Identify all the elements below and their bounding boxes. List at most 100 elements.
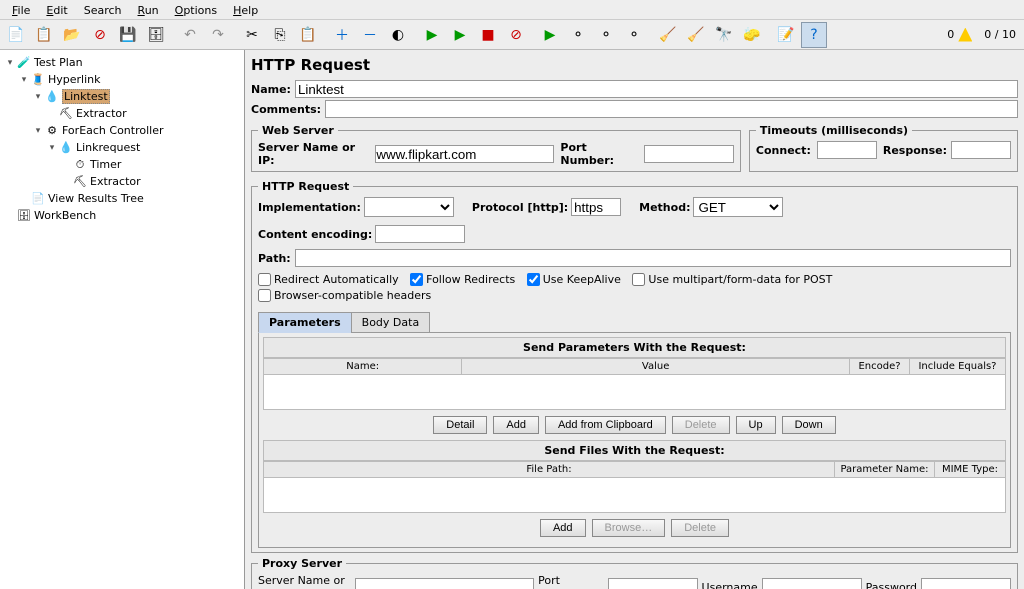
files-table-header: File Path: Parameter Name: MIME Type: (263, 461, 1006, 478)
web-server-legend: Web Server (258, 124, 338, 137)
keepalive-cb[interactable] (527, 273, 540, 286)
tree-linktest[interactable]: ▾💧Linktest (2, 88, 242, 105)
send-files-title: Send Files With the Request: (263, 440, 1006, 461)
encoding-input[interactable] (375, 225, 465, 243)
tree-linkrequest[interactable]: ▾💧Linkrequest (2, 139, 242, 156)
comments-label: Comments: (251, 103, 321, 116)
path-label: Path: (258, 252, 291, 265)
remote-start-all-icon[interactable]: ⚬ (565, 22, 591, 48)
browse-file-button[interactable]: Browse… (592, 519, 666, 537)
new-icon[interactable]: 📄 (3, 22, 29, 48)
timeouts-legend: Timeouts (milliseconds) (756, 124, 912, 137)
save-icon[interactable]: 💾 (115, 22, 141, 48)
redirect-auto-cb[interactable] (258, 273, 271, 286)
stop-icon[interactable]: ■ (475, 22, 501, 48)
method-select[interactable]: GET (693, 197, 783, 217)
page-icon: 📄 (30, 191, 46, 207)
remote-stop-icon[interactable]: ⚬ (593, 22, 619, 48)
delete-file-button[interactable]: Delete (671, 519, 729, 537)
impl-select[interactable] (364, 197, 454, 217)
run-icon[interactable]: ▶ (419, 22, 445, 48)
files-table-body[interactable] (263, 478, 1006, 513)
tab-parameters[interactable]: Parameters (258, 312, 352, 333)
menu-edit[interactable]: Edit (38, 2, 75, 17)
test-plan-tree[interactable]: ▾🧪Test Plan ▾🧵Hyperlink ▾💧Linktest ⛏Extr… (0, 50, 245, 589)
port-input[interactable] (644, 145, 734, 163)
cut-icon[interactable]: ✂ (239, 22, 265, 48)
collapse-icon[interactable]: － (357, 22, 383, 48)
down-button[interactable]: Down (782, 416, 836, 434)
proxy-server-input[interactable] (355, 578, 534, 589)
detail-button[interactable]: Detail (433, 416, 487, 434)
tree-extractor-1[interactable]: ⛏Extractor (2, 105, 242, 122)
send-params-title: Send Parameters With the Request: (263, 337, 1006, 358)
connect-label: Connect: (756, 144, 811, 157)
delete-param-button[interactable]: Delete (672, 416, 730, 434)
tree-root[interactable]: ▾🧪Test Plan (2, 54, 242, 71)
clear-icon[interactable]: 🧹 (655, 22, 681, 48)
undo-icon[interactable]: ↶ (177, 22, 203, 48)
tree-view-results[interactable]: 📄View Results Tree (2, 190, 242, 207)
response-input[interactable] (951, 141, 1011, 159)
web-server-fieldset: Web Server Server Name or IP: Port Numbe… (251, 124, 741, 172)
menu-options[interactable]: Options (167, 2, 225, 17)
proxy-port-input[interactable] (608, 578, 698, 589)
follow-redirects-cb[interactable] (410, 273, 423, 286)
name-label: Name: (251, 83, 291, 96)
redo-icon[interactable]: ↷ (205, 22, 231, 48)
http-request-fieldset: HTTP Request Implementation: Protocol [h… (251, 180, 1018, 553)
close-icon[interactable]: ⊘ (87, 22, 113, 48)
comments-input[interactable] (325, 100, 1018, 118)
expand-icon[interactable]: ＋ (329, 22, 355, 48)
search-icon[interactable]: 🔭 (711, 22, 737, 48)
remote-start-icon[interactable]: ▶ (537, 22, 563, 48)
up-button[interactable]: Up (736, 416, 776, 434)
spool-icon: 🧵 (30, 72, 46, 88)
dropper-icon: 💧 (58, 140, 74, 156)
add-param-button[interactable]: Add (493, 416, 539, 434)
menu-bar: FFileile Edit Search Run Options Help (0, 0, 1024, 20)
beaker-icon: 🧪 (16, 55, 32, 71)
tree-foreach[interactable]: ▾⚙ForEach Controller (2, 122, 242, 139)
clear-all-icon[interactable]: 🧹 (683, 22, 709, 48)
name-input[interactable] (295, 80, 1018, 98)
help-icon[interactable]: ? (801, 22, 827, 48)
proto-input[interactable] (571, 198, 621, 216)
toggle-icon[interactable]: ◐ (385, 22, 411, 48)
proxy-legend: Proxy Server (258, 557, 346, 570)
tree-thread-group[interactable]: ▾🧵Hyperlink (2, 71, 242, 88)
server-input[interactable] (375, 145, 554, 163)
shutdown-icon[interactable]: ⊘ (503, 22, 529, 48)
open-icon[interactable]: 📂 (59, 22, 85, 48)
proxy-pass-input[interactable] (921, 578, 1011, 589)
copy-icon[interactable]: ⎘ (267, 22, 293, 48)
remote-shutdown-icon[interactable]: ⚬ (621, 22, 647, 48)
menu-run[interactable]: Run (130, 2, 167, 17)
menu-search[interactable]: Search (76, 2, 130, 17)
params-table-body[interactable] (263, 375, 1006, 410)
function-helper-icon[interactable]: 📝 (773, 22, 799, 48)
reset-search-icon[interactable]: 🧽 (739, 22, 765, 48)
panel-title: HTTP Request (251, 56, 1018, 74)
menu-help[interactable]: Help (225, 2, 266, 17)
http-request-panel: HTTP Request Name: Comments: Web Server … (245, 50, 1024, 589)
add-file-button[interactable]: Add (540, 519, 586, 537)
http-request-legend: HTTP Request (258, 180, 353, 193)
save-as-icon[interactable]: 🗄 (143, 22, 169, 48)
browser-compat-cb[interactable] (258, 289, 271, 302)
tree-workbench[interactable]: 🗄WorkBench (2, 207, 242, 224)
tree-extractor-2[interactable]: ⛏Extractor (2, 173, 242, 190)
tree-timer[interactable]: ⏱Timer (2, 156, 242, 173)
timeouts-fieldset: Timeouts (milliseconds) Connect: Respons… (749, 124, 1018, 172)
menu-file[interactable]: FFileile (4, 2, 38, 17)
tab-body-data[interactable]: Body Data (351, 312, 431, 333)
templates-icon[interactable]: 📋 (31, 22, 57, 48)
connect-input[interactable] (817, 141, 877, 159)
proxy-user-input[interactable] (762, 578, 862, 589)
paste-icon[interactable]: 📋 (295, 22, 321, 48)
run-notimer-icon[interactable]: ▶ (447, 22, 473, 48)
workbench-icon: 🗄 (16, 208, 32, 224)
add-clipboard-button[interactable]: Add from Clipboard (545, 416, 666, 434)
path-input[interactable] (295, 249, 1011, 267)
multipart-cb[interactable] (632, 273, 645, 286)
